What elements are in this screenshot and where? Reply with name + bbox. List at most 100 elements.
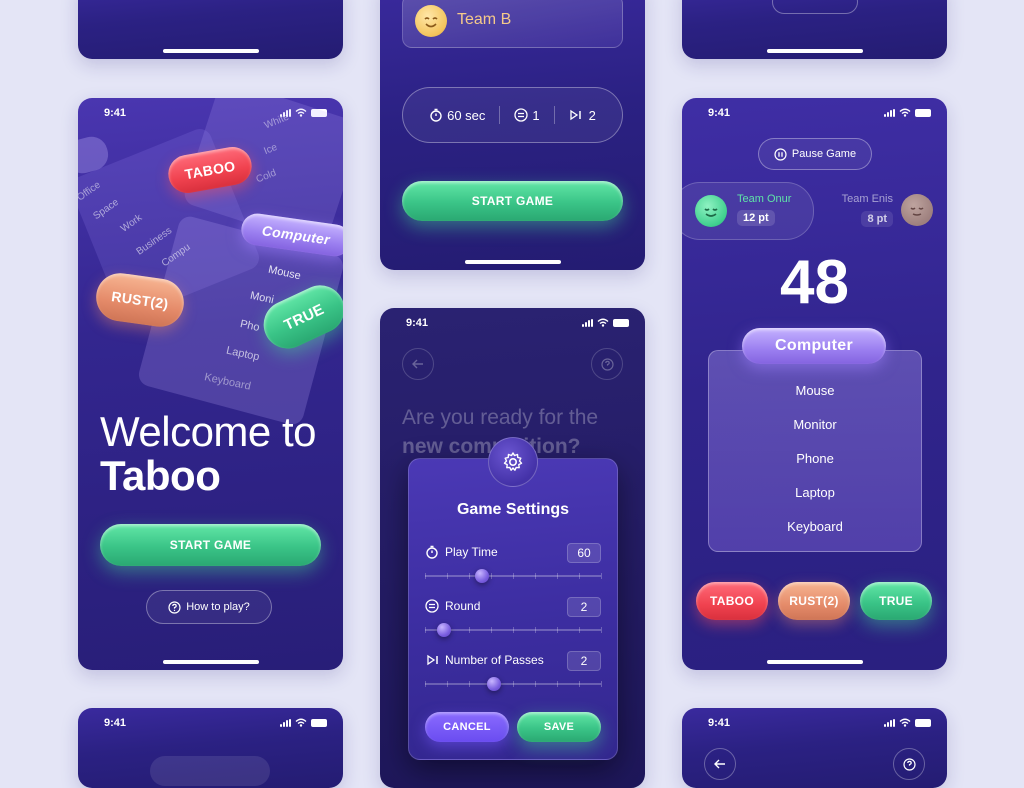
stopwatch-icon — [425, 545, 439, 559]
help-button[interactable] — [591, 348, 623, 380]
status-bar: 9:41 — [78, 716, 343, 730]
wifi-icon — [597, 318, 609, 327]
round-value[interactable]: 2 — [567, 597, 601, 617]
divider — [553, 106, 555, 124]
skip-icon — [569, 109, 583, 121]
phone-bottom-right: 9:41 — [682, 708, 947, 788]
team-left-score: 12 pt — [737, 210, 775, 226]
arrow-left-icon — [412, 359, 424, 369]
passes-slider[interactable] — [425, 677, 602, 691]
home-indicator — [162, 660, 259, 664]
status-time: 9:41 — [406, 317, 429, 329]
taboo-word-card: Mouse Monitor Phone Laptop Keyboard — [708, 350, 922, 552]
how-to-play-button[interactable]: How to play? — [146, 590, 272, 624]
back-button[interactable] — [402, 348, 434, 380]
play-time-slider[interactable] — [425, 569, 602, 583]
phone-team-setup: Team B 60 sec 1 2 START GAME — [380, 0, 645, 270]
taboo-button[interactable]: TABOO — [696, 582, 768, 620]
team-left-card: Team Onur 12 pt — [682, 182, 814, 240]
pause-game-button[interactable]: Pause Game — [758, 138, 872, 170]
team-right-name: Team Enis — [841, 193, 893, 205]
signal-icon — [884, 108, 895, 117]
play-time-label: Play Time — [445, 545, 498, 559]
rounds-icon — [425, 599, 439, 613]
battery-icon — [915, 108, 931, 117]
skip-icon — [426, 654, 440, 666]
status-time: 9:41 — [104, 107, 127, 119]
home-indicator — [162, 49, 259, 53]
home-indicator — [464, 260, 561, 264]
status-time: 9:41 — [708, 107, 731, 119]
phone-in-game: 9:41 Pause Game Team Onur 12 pt Team Eni… — [682, 98, 947, 670]
question-icon — [168, 600, 181, 614]
battery-icon — [311, 718, 327, 727]
save-button[interactable]: SAVE — [517, 712, 601, 742]
welcome-heading: Welcome to Taboo — [100, 410, 316, 498]
welcome-heading-line1: Welcome to — [100, 408, 316, 455]
battery-icon — [915, 718, 931, 727]
welcome-heading-line2: Taboo — [100, 452, 221, 499]
round-label: Round — [445, 599, 481, 613]
passes-value[interactable]: 2 — [567, 651, 601, 671]
slider-knob[interactable] — [437, 623, 451, 637]
taboo-word: Laptop — [795, 485, 835, 500]
passes-label: Number of Passes — [445, 653, 544, 667]
taboo-word: Phone — [796, 451, 834, 466]
round-slider[interactable] — [425, 623, 602, 637]
taboo-word: Monitor — [793, 417, 837, 432]
summary-time: 60 sec — [447, 107, 486, 123]
team-left-name: Team Onur — [737, 193, 792, 205]
status-time: 9:41 — [104, 717, 127, 729]
gear-icon — [502, 451, 524, 473]
cancel-button[interactable]: CANCEL — [425, 712, 509, 742]
status-bar: 9:41 — [682, 106, 947, 120]
wifi-icon — [899, 718, 911, 727]
modal-title: Game Settings — [456, 501, 570, 518]
question-icon — [600, 357, 614, 371]
pause-icon — [774, 147, 787, 161]
happy-avatar-icon — [695, 195, 727, 227]
slider-knob[interactable] — [475, 569, 489, 583]
status-bar: 9:41 — [380, 316, 645, 330]
status-time: 9:41 — [708, 717, 731, 729]
summary-rounds: 1 — [532, 107, 540, 123]
team-b-label: Team B — [457, 11, 512, 28]
neutral-avatar-icon — [901, 194, 933, 226]
phone-game-settings: 9:41 Are you ready for the new competiti… — [380, 308, 645, 788]
status-bar: 9:41 — [682, 716, 947, 730]
back-button[interactable] — [704, 748, 736, 780]
help-button[interactable] — [893, 748, 925, 780]
battery-icon — [613, 318, 629, 327]
phone-welcome: 9:41 White Ice Cold Office Space Work Bu… — [78, 98, 343, 670]
smile-avatar-icon — [415, 5, 447, 37]
guess-word-chip: Computer — [742, 328, 886, 364]
start-game-button[interactable]: START GAME — [402, 181, 623, 221]
signal-icon — [280, 718, 291, 727]
true-button[interactable]: TRUE — [860, 582, 932, 620]
team-right-score: 8 pt — [861, 211, 893, 227]
bg-question-line1: Are you ready for the — [402, 406, 599, 429]
pause-label: Pause Game — [791, 148, 857, 160]
team-b-row[interactable]: Team B — [402, 0, 623, 48]
phone-top-right — [682, 0, 947, 59]
signal-icon — [582, 318, 593, 327]
wifi-icon — [899, 108, 911, 117]
back-button-partial[interactable] — [772, 0, 858, 14]
home-indicator — [766, 660, 863, 664]
start-game-button[interactable]: START GAME — [100, 524, 321, 566]
signal-icon — [884, 718, 895, 727]
pass-button[interactable]: RUST(2) — [778, 582, 850, 620]
divider — [499, 106, 501, 124]
game-settings-summary[interactable]: 60 sec 1 2 — [402, 87, 623, 143]
phone-top-left — [78, 0, 343, 59]
taboo-word: Mouse — [795, 383, 835, 398]
phone-bottom-left: 9:41 — [78, 708, 343, 788]
taboo-word: Keyboard — [787, 519, 843, 534]
home-indicator — [766, 49, 863, 53]
question-icon — [902, 757, 916, 771]
slider-knob[interactable] — [487, 677, 501, 691]
play-time-value[interactable]: 60 — [567, 543, 601, 563]
summary-passes: 2 — [588, 107, 596, 123]
settings-modal: Game Settings Play Time 60 Round 2 Numbe… — [408, 437, 618, 760]
how-to-play-label: How to play? — [186, 601, 250, 613]
